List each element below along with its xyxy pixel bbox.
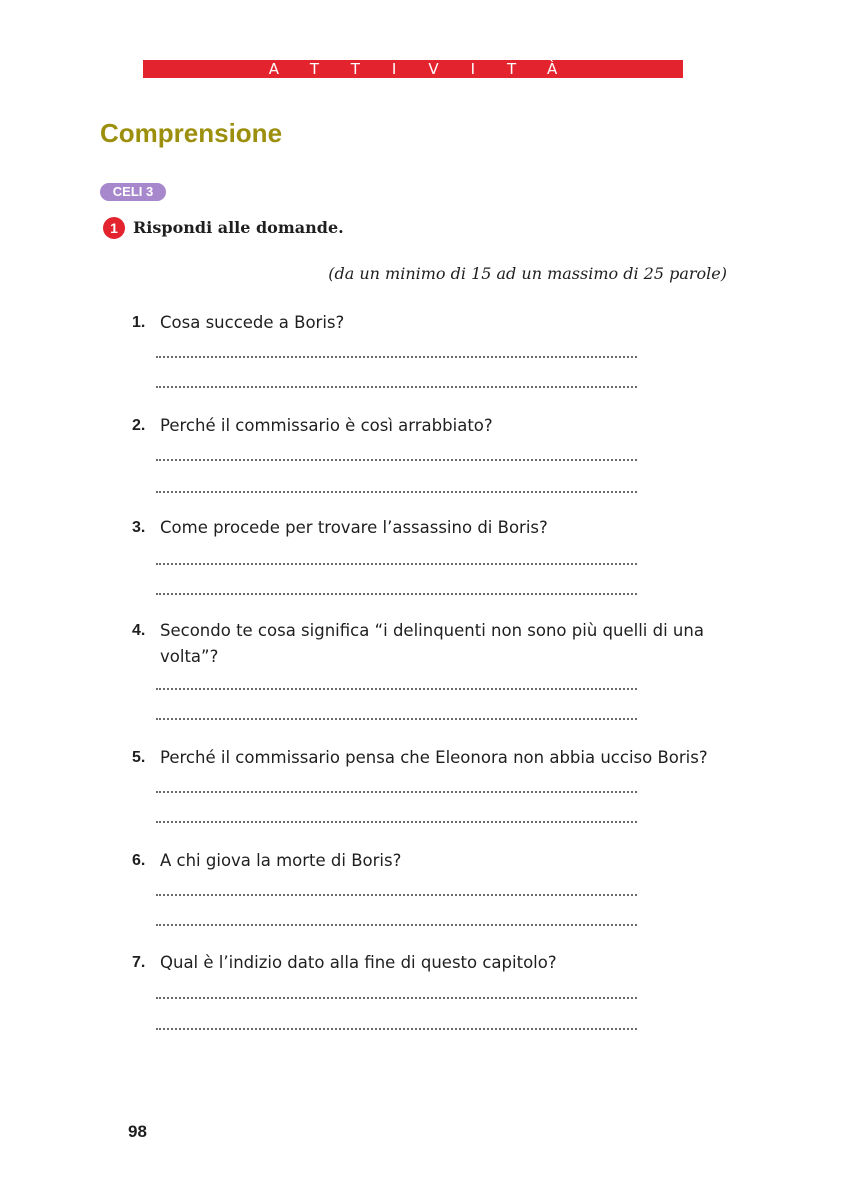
question-text: Perché il commissario pensa che Eleonora… (160, 748, 708, 767)
answer-line[interactable] (156, 688, 637, 690)
exercise-number-badge: 1 (103, 217, 125, 239)
question-number: 6. (132, 852, 146, 869)
answer-line[interactable] (156, 924, 637, 926)
question-text: Secondo te cosa significa “i delinquenti… (160, 621, 704, 666)
answer-line[interactable] (156, 491, 637, 493)
answer-line[interactable] (156, 821, 637, 823)
question-text: A chi giova la morte di Boris? (160, 851, 402, 870)
answer-line[interactable] (156, 894, 637, 896)
question-text: Cosa succede a Boris? (160, 313, 345, 332)
question-text: Perché il commissario è così arrabbiato? (160, 416, 493, 435)
question-number: 2. (132, 417, 146, 434)
question-number: 5. (132, 749, 146, 766)
worksheet-page: ATTIVITÀ Comprensione CELI 3 1 Rispondi … (0, 0, 854, 1200)
page-number: 98 (128, 1122, 147, 1141)
answer-line[interactable] (156, 593, 637, 595)
question-number: 3. (132, 519, 146, 536)
answer-line[interactable] (156, 386, 637, 388)
question-number: 1. (132, 314, 146, 331)
answer-line[interactable] (156, 997, 637, 999)
question-text: Come procede per trovare l’assassino di … (160, 518, 548, 537)
answer-line[interactable] (156, 718, 637, 720)
answer-line[interactable] (156, 1028, 637, 1030)
answer-line[interactable] (156, 563, 637, 565)
question-number: 4. (132, 622, 146, 639)
question-number: 7. (132, 954, 146, 971)
question-text: Qual è l’indizio dato alla fine di quest… (160, 953, 557, 972)
answer-line[interactable] (156, 459, 637, 461)
answer-line[interactable] (156, 791, 637, 793)
answer-line[interactable] (156, 356, 637, 358)
question-list: 1. Cosa succede a Boris? 2. Perché il co… (132, 0, 732, 1200)
